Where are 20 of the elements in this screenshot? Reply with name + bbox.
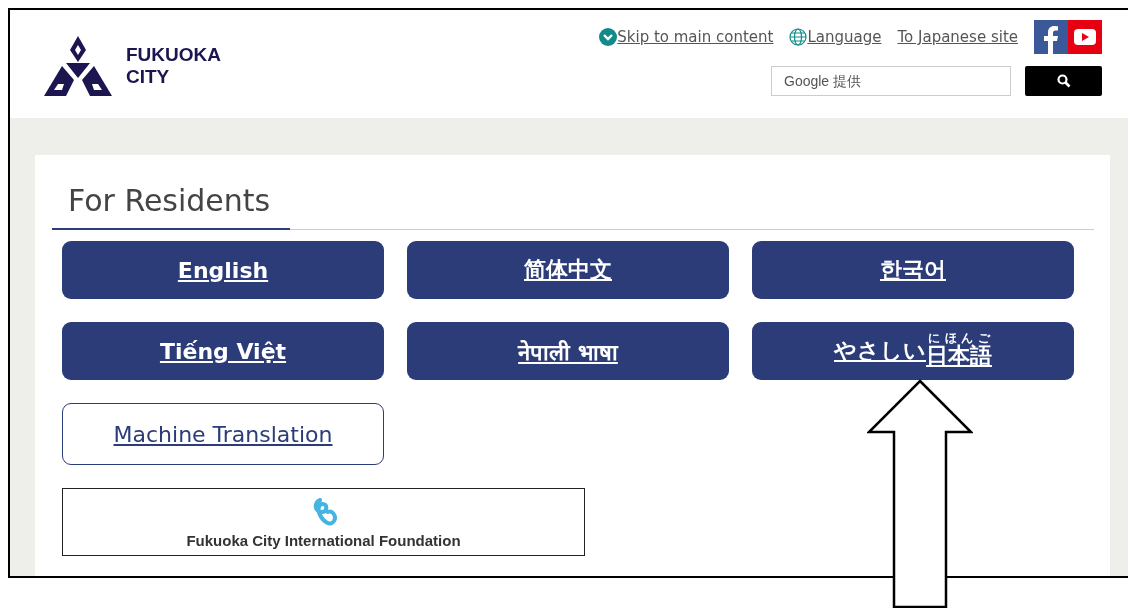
globe-icon bbox=[789, 28, 808, 46]
header-link[interactable]: Language bbox=[807, 28, 882, 46]
header-link[interactable]: Skip to main content bbox=[617, 28, 774, 46]
section-title: For Residents bbox=[52, 173, 290, 230]
city-name: FUKUOKA CITY bbox=[126, 44, 221, 88]
foundation-banner[interactable]: Fukuoka City International Foundation bbox=[62, 488, 585, 556]
language-button[interactable]: Tiếng Việt bbox=[62, 322, 384, 380]
search-button[interactable] bbox=[1025, 66, 1102, 96]
facebook-icon[interactable] bbox=[1034, 20, 1068, 54]
language-button[interactable]: 한국어 bbox=[752, 241, 1074, 299]
youtube-icon[interactable] bbox=[1068, 20, 1102, 54]
chevron-down-icon bbox=[599, 28, 618, 46]
search-field[interactable]: Google 提供 bbox=[771, 66, 1011, 96]
language-button[interactable]: नेपाली भाषा bbox=[407, 322, 729, 380]
city-logo-icon bbox=[44, 36, 112, 96]
header-link[interactable]: To Japanese site bbox=[897, 28, 1018, 46]
search-icon bbox=[1056, 74, 1071, 88]
language-button[interactable]: Machine Translation bbox=[62, 403, 384, 465]
language-button[interactable]: 简体中文 bbox=[407, 241, 729, 299]
language-button[interactable]: English bbox=[62, 241, 384, 299]
